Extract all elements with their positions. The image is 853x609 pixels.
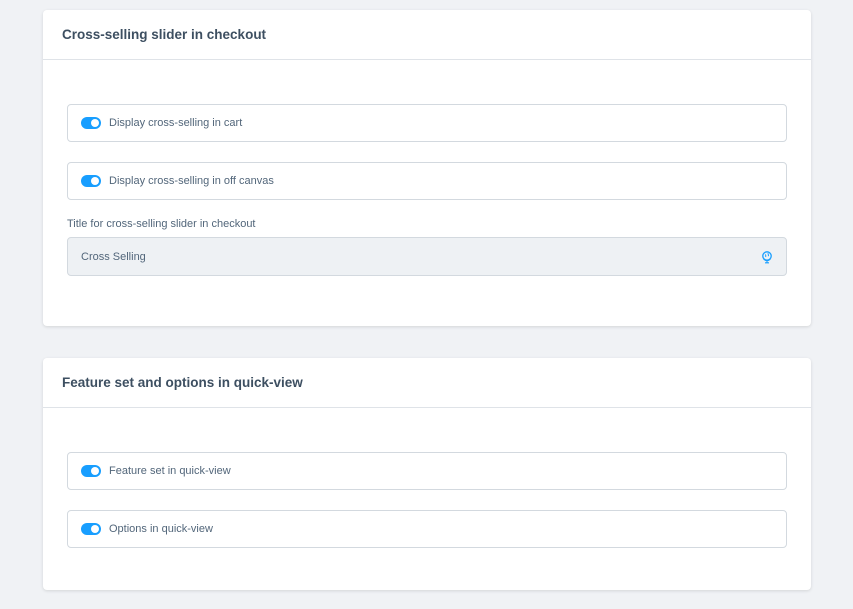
toggle-knob [91,119,99,127]
card-title: Cross-selling slider in checkout [43,10,811,60]
toggle-knob [91,525,99,533]
toggle-label: Options in quick-view [109,523,213,535]
title-field-input[interactable] [68,237,760,276]
toggle-knob [91,467,99,475]
toggle-label: Display cross-selling in off canvas [109,175,274,187]
title-field-label: Title for cross-selling slider in checko… [67,218,256,230]
options-quickview-toggle[interactable] [81,523,101,535]
cross-selling-card: Cross-selling slider in checkout Display… [43,10,811,326]
display-cross-selling-offcanvas-row: Display cross-selling in off canvas [67,162,787,200]
quick-view-card: Feature set and options in quick-view Fe… [43,358,811,590]
feature-set-quickview-toggle[interactable] [81,465,101,477]
display-cross-selling-cart-toggle[interactable] [81,117,101,129]
title-field-wrapper [67,237,787,276]
card-title: Feature set and options in quick-view [43,358,811,408]
toggle-label: Feature set in quick-view [109,465,231,477]
feature-set-quickview-row: Feature set in quick-view [67,452,787,490]
options-quickview-row: Options in quick-view [67,510,787,548]
display-cross-selling-offcanvas-toggle[interactable] [81,175,101,187]
display-cross-selling-cart-row: Display cross-selling in cart [67,104,787,142]
toggle-knob [91,177,99,185]
globe-icon[interactable] [760,250,774,264]
toggle-label: Display cross-selling in cart [109,117,243,129]
